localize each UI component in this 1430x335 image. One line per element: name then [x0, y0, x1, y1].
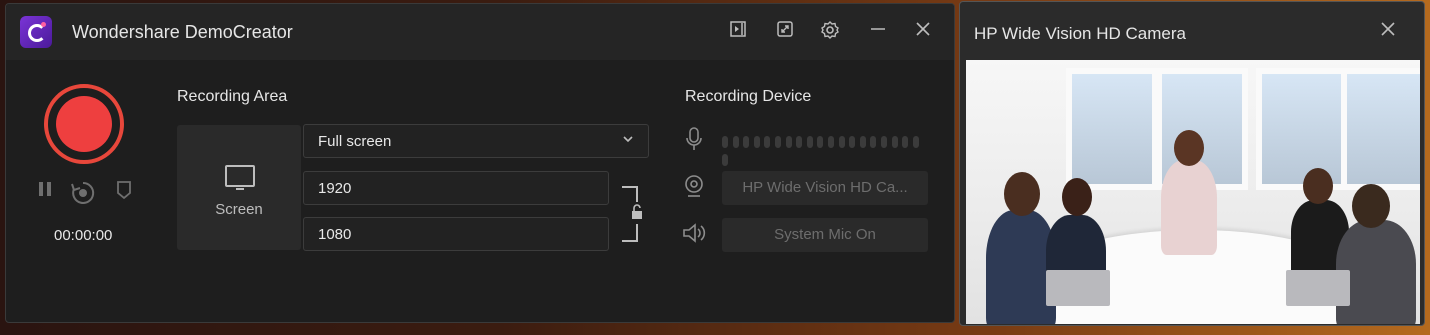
screen-mode-button[interactable]: Screen — [177, 125, 301, 250]
webcam-icon[interactable] — [682, 174, 706, 204]
panel-toggle-icon[interactable] — [726, 20, 750, 44]
height-input[interactable]: 1080 — [303, 217, 609, 251]
pause-icon[interactable] — [38, 180, 52, 204]
app-title: Wondershare DemoCreator — [72, 22, 293, 42]
title-bar: Wondershare DemoCreator — [6, 4, 954, 60]
recording-device-title: Recording Device — [685, 88, 812, 105]
camera-device-select[interactable]: HP Wide Vision HD Ca... — [722, 171, 928, 205]
close-icon[interactable] — [911, 20, 935, 44]
capture-mode-select[interactable]: Full screen — [303, 124, 649, 158]
width-input[interactable]: 1920 — [303, 171, 609, 205]
record-dot — [56, 96, 112, 152]
screen-label: Screen — [215, 201, 263, 218]
camera-window-title: HP Wide Vision HD Camera — [974, 24, 1186, 43]
mic-level-meter — [722, 135, 932, 166]
speaker-icon[interactable] — [682, 222, 706, 250]
record-button[interactable] — [44, 84, 124, 164]
shield-icon[interactable] — [116, 180, 132, 206]
minimize-icon[interactable] — [866, 20, 890, 44]
recording-area-title: Recording Area — [177, 88, 288, 105]
unlock-icon[interactable] — [630, 204, 644, 223]
monitor-icon — [225, 165, 255, 190]
close-icon[interactable] — [1380, 20, 1396, 43]
democreator-logo-icon — [20, 16, 52, 48]
chevron-down-icon — [622, 132, 634, 148]
audio-device-select[interactable]: System Mic On — [722, 218, 928, 252]
capture-mode-value: Full screen — [318, 133, 392, 150]
camera-preview-window: HP Wide Vision HD Camera — [959, 1, 1425, 326]
restart-icon[interactable] — [70, 180, 96, 212]
democreator-main-window: Wondershare DemoCreator 00:00:00 Recordi… — [5, 3, 955, 323]
record-timer: 00:00:00 — [54, 227, 113, 244]
gear-icon[interactable] — [818, 20, 842, 44]
camera-feed-image — [966, 60, 1420, 324]
microphone-icon[interactable] — [682, 126, 706, 158]
resize-icon[interactable] — [773, 20, 797, 44]
